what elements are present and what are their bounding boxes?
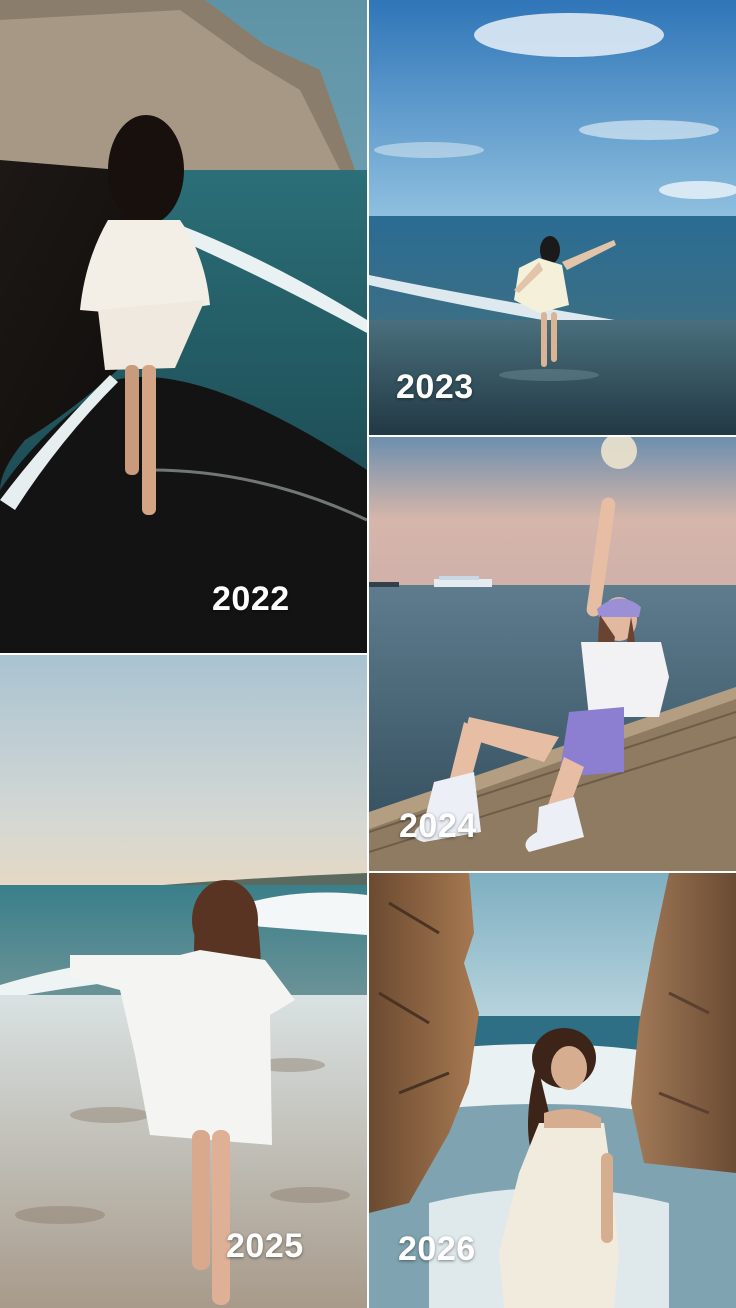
photo-panel-2023: 2023 xyxy=(369,0,736,435)
photo-pier-sunset xyxy=(369,437,736,871)
year-label-2026: 2026 xyxy=(398,1230,476,1268)
photo-beach-black-sand xyxy=(0,0,367,653)
year-label-2022: 2022 xyxy=(212,580,290,618)
year-label-2023: 2023 xyxy=(396,368,474,406)
photo-beach-waves xyxy=(0,655,367,1308)
year-label-2024: 2024 xyxy=(399,807,477,845)
photo-panel-2025: 2025 xyxy=(0,655,367,1308)
photo-panel-2022: 2022 xyxy=(0,0,367,653)
photo-panel-2024: 2024 xyxy=(369,437,736,871)
photo-panel-2026: 2026 xyxy=(369,873,736,1308)
year-label-2025: 2025 xyxy=(226,1227,304,1265)
